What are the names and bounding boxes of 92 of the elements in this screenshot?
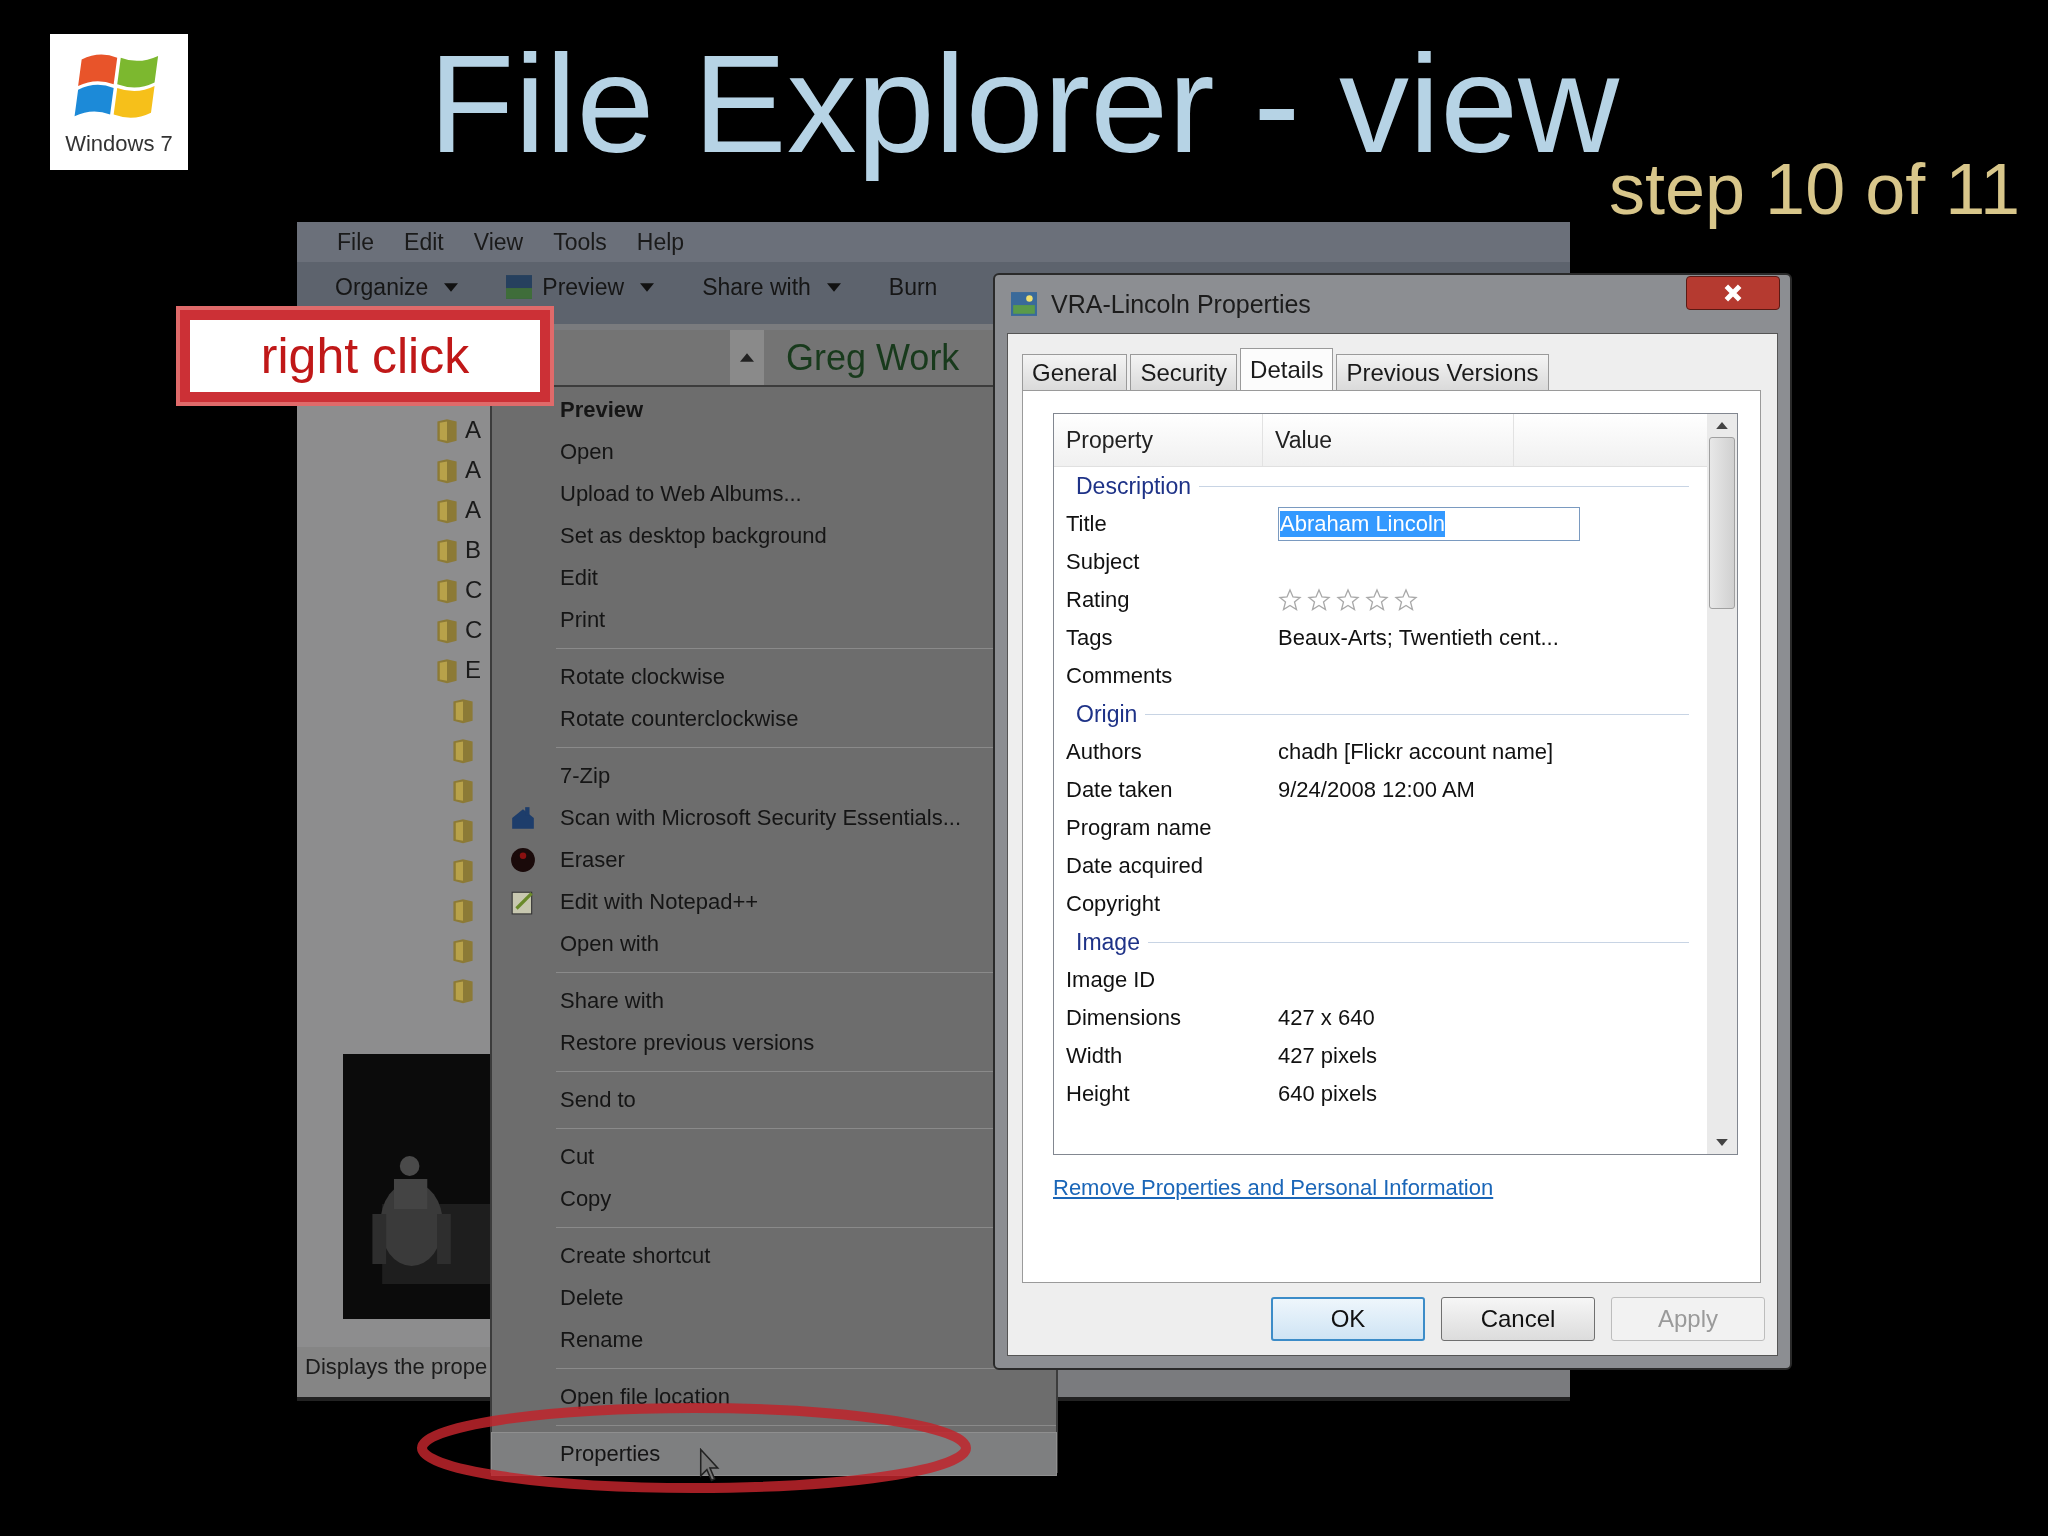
scrollbar[interactable] <box>1707 414 1737 1154</box>
scroll-up-button[interactable] <box>730 330 764 385</box>
folder-icon <box>435 496 459 524</box>
folder-icon <box>451 936 475 964</box>
star-icon[interactable] <box>1278 588 1302 612</box>
folder-name[interactable]: A <box>465 456 481 484</box>
folder-icon <box>435 576 459 604</box>
folder-icon <box>435 616 459 644</box>
star-icon[interactable] <box>1365 588 1389 612</box>
cursor-icon <box>698 1448 722 1482</box>
property-name: Rating <box>1066 587 1131 613</box>
caret-icon <box>444 282 459 292</box>
folder-name[interactable]: B <box>465 536 481 564</box>
section-heading: Origin <box>1076 700 1138 728</box>
folder-name[interactable]: A <box>465 496 481 524</box>
toolbar-button[interactable]: Burn <box>888 273 938 301</box>
folder-name[interactable]: E <box>465 656 481 684</box>
column-header[interactable]: Value <box>1263 414 1514 466</box>
property-name: Copyright <box>1066 891 1162 917</box>
menu-item[interactable]: Edit <box>404 228 444 256</box>
folder-icon <box>451 776 475 804</box>
menu-item[interactable]: File <box>337 228 375 256</box>
menu-item[interactable]: Help <box>636 228 685 256</box>
folder-icon <box>435 456 459 484</box>
dialog-button[interactable]: OK <box>1271 1297 1425 1341</box>
picture-icon <box>506 275 533 299</box>
tab[interactable]: Previous Versions <box>1336 354 1549 390</box>
property-value: 427 x 640 <box>1278 1005 1375 1031</box>
property-name: Program name <box>1066 815 1213 841</box>
section-heading: Description <box>1076 472 1192 500</box>
menu-item[interactable]: View <box>473 228 524 256</box>
folder-name[interactable]: C <box>465 576 483 604</box>
folder-icon <box>435 536 459 564</box>
menu-item[interactable]: Properties <box>492 1433 1056 1475</box>
window-title: VRA-Lincoln Properties <box>1051 289 1312 319</box>
folder-icon <box>435 656 459 684</box>
property-name: Date acquired <box>1066 853 1204 879</box>
folder-title: Greg Work <box>786 336 960 379</box>
star-icon[interactable] <box>1394 588 1418 612</box>
toolbar-button[interactable]: Organize <box>335 273 459 301</box>
status-text: Displays the prope <box>297 1347 490 1397</box>
logo-text: Windows 7 <box>65 131 173 157</box>
property-value: 9/24/2008 12:00 AM <box>1278 777 1475 803</box>
caret-icon <box>826 282 841 292</box>
dialog-button[interactable]: Cancel <box>1441 1297 1595 1341</box>
folder-icon <box>451 856 475 884</box>
star-icon[interactable] <box>1307 588 1331 612</box>
folder-icon <box>451 736 475 764</box>
section-heading: Image <box>1076 928 1140 956</box>
folder-name[interactable]: C <box>465 616 483 644</box>
folder-name[interactable]: A <box>465 416 481 444</box>
property-name: Subject <box>1066 549 1141 575</box>
property-name: Title <box>1066 511 1108 537</box>
property-value: chadh [Flickr account name] <box>1278 739 1554 765</box>
menu-item[interactable]: Open file location <box>492 1376 1056 1418</box>
down-arrow-icon <box>1716 1139 1728 1146</box>
property-name: Comments <box>1066 663 1174 689</box>
folder-icon <box>451 696 475 724</box>
property-name: Tags <box>1066 625 1114 651</box>
property-value: Beaux-Arts; Twentieth cent... <box>1278 625 1559 651</box>
close-button[interactable] <box>1686 276 1780 310</box>
notepad-icon <box>510 889 536 915</box>
folder-icon <box>451 896 475 924</box>
picture-icon <box>1011 292 1037 316</box>
property-name: Width <box>1066 1043 1124 1069</box>
property-name: Date taken <box>1066 777 1174 803</box>
tab[interactable]: Security <box>1130 354 1238 390</box>
title-field[interactable]: Abraham Lincoln <box>1278 507 1580 541</box>
tab[interactable]: Details <box>1240 348 1334 390</box>
ball-icon <box>510 847 536 873</box>
toolbar-button[interactable]: Preview <box>506 273 655 301</box>
up-arrow-icon <box>1716 422 1728 429</box>
tab[interactable]: General <box>1022 354 1128 390</box>
property-name: Image ID <box>1066 967 1157 993</box>
property-value: 427 pixels <box>1278 1043 1378 1069</box>
property-name: Height <box>1066 1081 1131 1107</box>
folder-icon <box>451 976 475 1004</box>
folder-icon <box>451 816 475 844</box>
property-name: Authors <box>1066 739 1143 765</box>
close-icon <box>1723 283 1743 303</box>
property-value: 640 pixels <box>1278 1081 1378 1107</box>
column-header[interactable]: Property <box>1054 414 1263 466</box>
up-arrow-icon <box>740 353 754 362</box>
caret-icon <box>640 282 655 292</box>
property-name: Dimensions <box>1066 1005 1182 1031</box>
scroll-thumb[interactable] <box>1709 437 1735 609</box>
house-icon <box>510 805 536 831</box>
menu-item[interactable]: Tools <box>553 228 607 256</box>
remove-properties-link[interactable]: Remove Properties and Personal Information <box>1053 1175 1738 1201</box>
star-icon[interactable] <box>1336 588 1360 612</box>
folder-icon <box>435 416 459 444</box>
toolbar-button[interactable]: Share with <box>702 273 841 301</box>
